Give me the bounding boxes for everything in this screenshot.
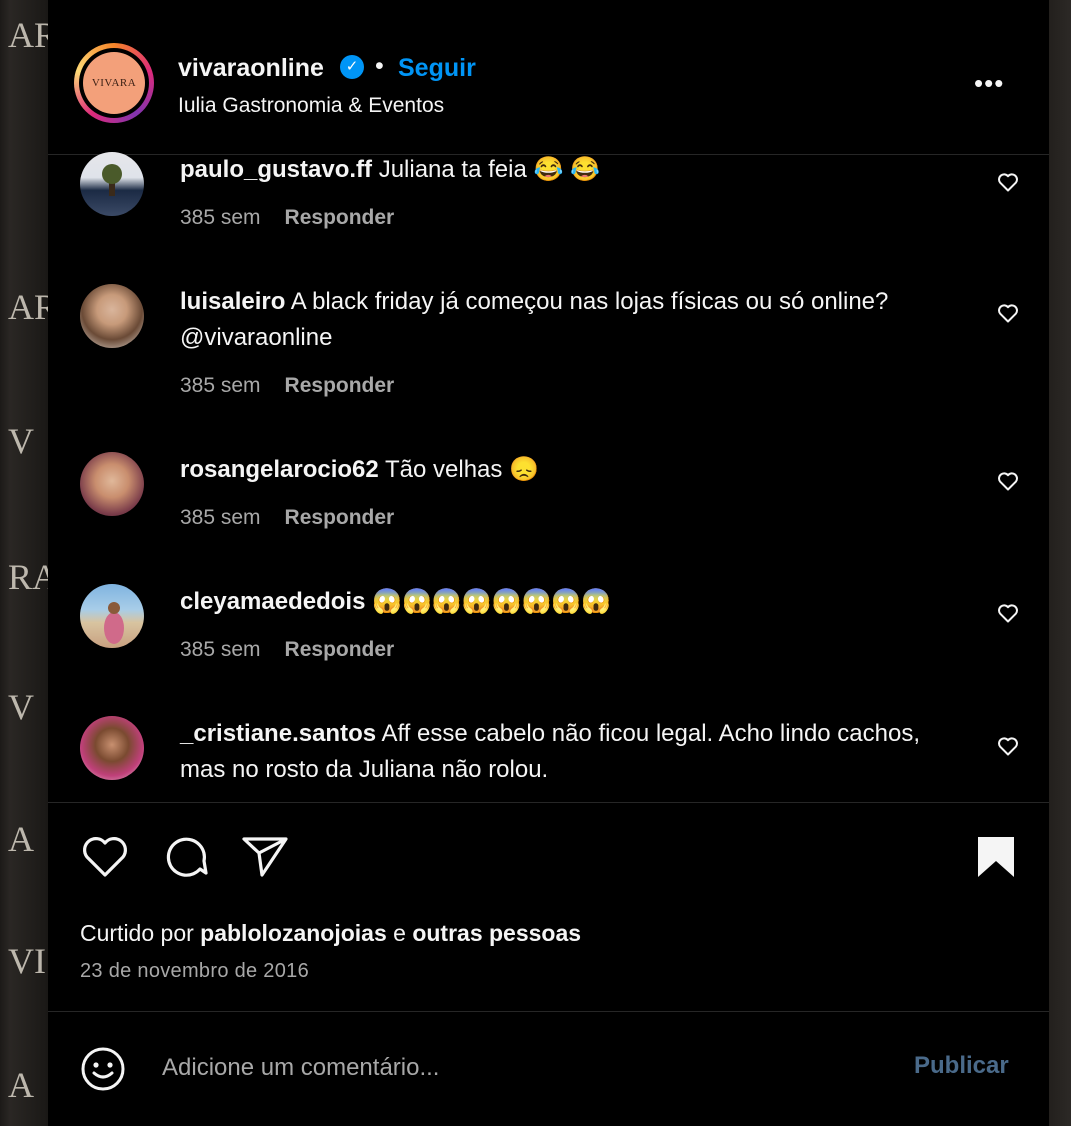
comment-text: A black friday já começou nas lojas físi… — [180, 288, 889, 351]
profile-username[interactable]: vivaraonline — [178, 54, 324, 83]
liked-by-user[interactable]: pablolozanojoias — [200, 920, 387, 946]
emoji-icon[interactable] — [80, 1046, 126, 1092]
reply-button[interactable]: Responder — [285, 638, 395, 661]
avatar[interactable] — [80, 452, 144, 516]
background-letter: V — [8, 687, 34, 727]
brand-logo: VIVARA — [83, 52, 145, 114]
likes-summary: Curtido por pablolozanojoias e outras pe… — [80, 920, 581, 947]
comment-time: 385 sem — [180, 638, 261, 661]
comment-input[interactable] — [160, 1050, 884, 1086]
more-options-icon[interactable]: ••• — [974, 68, 1004, 99]
comment-username[interactable]: luisaleiro — [180, 288, 285, 315]
post-panel: VIVARA vivaraonline ✓ • Seguir Iulia Gas… — [48, 12, 1049, 1116]
comment-time: 385 sem — [180, 374, 261, 397]
comment-username[interactable]: cleyamaededois — [180, 588, 365, 615]
comment-username[interactable]: _cristiane.santos — [180, 720, 376, 747]
likes-prefix: Curtido por — [80, 920, 194, 946]
reply-button[interactable]: Responder — [285, 506, 395, 529]
background-letter: A — [8, 819, 34, 859]
verified-badge-icon: ✓ — [340, 55, 364, 79]
like-icon[interactable] — [80, 833, 130, 879]
like-comment-icon[interactable] — [996, 301, 1020, 325]
avatar[interactable] — [80, 152, 144, 216]
avatar[interactable] — [80, 584, 144, 648]
liked-by-others[interactable]: outras pessoas — [412, 920, 581, 946]
background-letter: VI — [8, 941, 46, 981]
comment-username[interactable]: paulo_gustavo.ff — [180, 156, 372, 183]
background-letter: V — [8, 421, 34, 461]
like-comment-icon[interactable] — [996, 469, 1020, 493]
post-date: 23 de novembro de 2016 — [80, 960, 309, 982]
likes-connector: e — [393, 920, 406, 946]
like-comment-icon[interactable] — [996, 601, 1020, 625]
location-label[interactable]: Iulia Gastronomia & Eventos — [178, 94, 444, 118]
publish-button[interactable]: Publicar — [914, 1052, 1009, 1080]
comment-text: Juliana ta feia 😂 😂 — [378, 156, 600, 183]
profile-avatar[interactable]: VIVARA — [74, 43, 154, 123]
reply-button[interactable]: Responder — [285, 206, 395, 229]
background-letter: A — [8, 1065, 34, 1105]
avatar[interactable] — [80, 716, 144, 780]
like-comment-icon[interactable] — [996, 170, 1020, 194]
like-comment-icon[interactable] — [996, 734, 1020, 758]
bookmark-icon[interactable] — [976, 835, 1016, 879]
follow-button[interactable]: Seguir — [398, 54, 476, 83]
post-actions: Curtido por pablolozanojoias e outras pe… — [48, 802, 1049, 1116]
comment-username[interactable]: rosangelarocio62 — [180, 456, 379, 483]
avatar[interactable] — [80, 284, 144, 348]
share-icon[interactable] — [240, 833, 290, 879]
comment-time: 385 sem — [180, 506, 261, 529]
comment-text: 😱😱😱😱😱😱😱😱 — [372, 588, 612, 615]
comment-composer: Publicar — [48, 1011, 1049, 1116]
comment-time: 385 sem — [180, 206, 261, 229]
comment-text: Tão velhas 😞 — [384, 456, 539, 483]
reply-button[interactable]: Responder — [285, 374, 395, 397]
comment-icon[interactable] — [160, 833, 210, 879]
separator-dot: • — [375, 52, 384, 80]
post-header: VIVARA vivaraonline ✓ • Seguir Iulia Gas… — [48, 12, 1049, 155]
